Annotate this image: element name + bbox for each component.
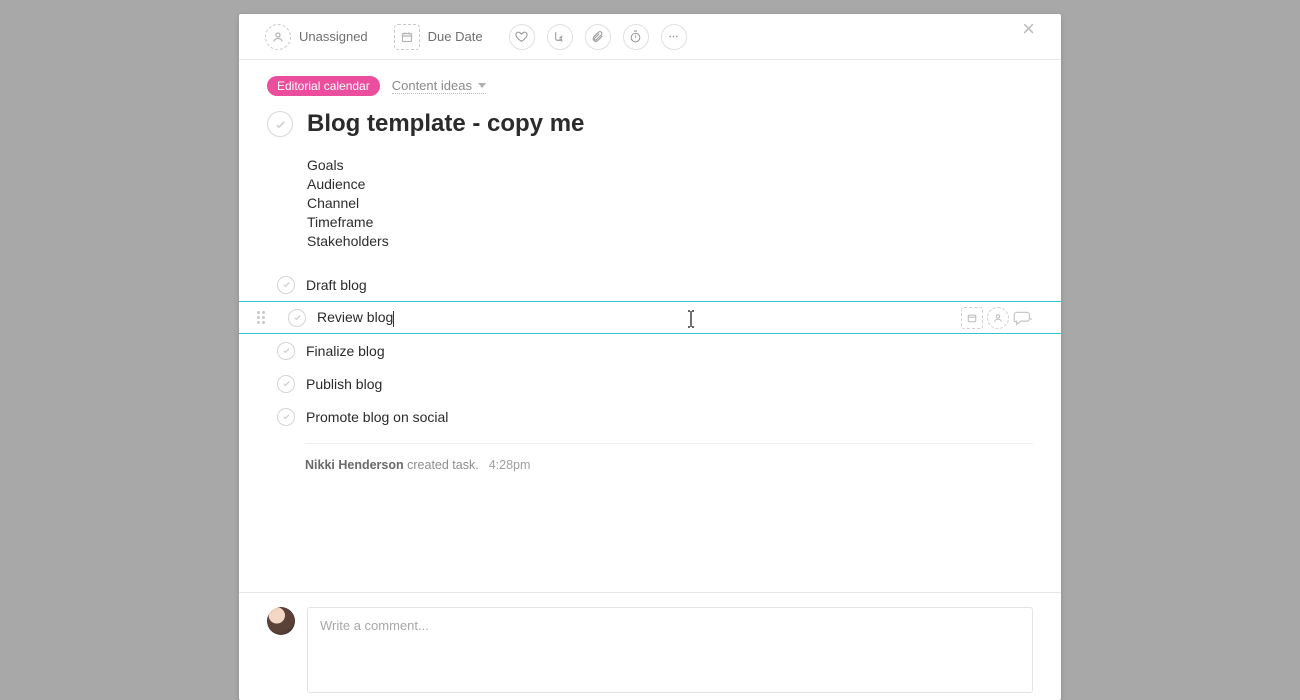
subtask-name: Draft blog (306, 277, 367, 293)
activity-entry: Nikki Henderson created task. 4:28pm (305, 443, 1033, 472)
drag-handle-icon[interactable] (257, 311, 269, 324)
subtask-name: Publish blog (306, 376, 382, 392)
comment-input[interactable]: Write a comment... (307, 607, 1033, 693)
complete-subtask-button[interactable] (288, 309, 306, 327)
assignee-label: Unassigned (299, 29, 368, 44)
activity-actor: Nikki Henderson (305, 458, 404, 472)
project-pill[interactable]: Editorial calendar (267, 76, 380, 96)
comment-composer: Write a comment... (239, 592, 1061, 700)
chevron-down-icon (478, 83, 486, 88)
assignee-button[interactable]: Unassigned (265, 24, 368, 50)
complete-subtask-button[interactable] (277, 342, 295, 360)
subtask-row[interactable]: Review blog (239, 301, 1061, 334)
calendar-icon (394, 24, 420, 50)
due-date-label: Due Date (428, 29, 483, 44)
complete-subtask-button[interactable] (277, 375, 295, 393)
close-button[interactable]: × (1018, 18, 1039, 40)
like-button[interactable] (509, 24, 535, 50)
person-icon (265, 24, 291, 50)
task-detail-panel: Unassigned Due Date × Editorial cale (239, 14, 1061, 700)
subtask-name[interactable]: Review blog (317, 309, 394, 326)
desc-line: Stakeholders (307, 232, 1033, 251)
due-date-button[interactable]: Due Date (394, 24, 483, 50)
timer-button[interactable] (623, 24, 649, 50)
task-content: Editorial calendar Content ideas Blog te… (239, 60, 1061, 592)
section-dropdown[interactable]: Content ideas (392, 78, 486, 94)
subtask-actions (961, 307, 1033, 329)
more-actions-button[interactable] (661, 24, 687, 50)
text-cursor-icon (686, 310, 696, 328)
subtask-row[interactable]: Finalize blog (239, 334, 1061, 367)
due-date-subtask-button[interactable] (961, 307, 983, 329)
desc-line: Goals (307, 156, 1033, 175)
desc-line: Timeframe (307, 213, 1033, 232)
subtask-name: Finalize blog (306, 343, 385, 359)
comment-subtask-button[interactable] (1013, 310, 1033, 326)
subtask-row[interactable]: Promote blog on social (239, 400, 1061, 433)
avatar[interactable] (267, 607, 295, 635)
section-label: Content ideas (392, 78, 472, 93)
desc-line: Channel (307, 194, 1033, 213)
attachment-button[interactable] (585, 24, 611, 50)
title-row: Blog template - copy me (267, 110, 1033, 138)
desc-line: Audience (307, 175, 1033, 194)
subtask-list: Draft blog Review blog (239, 268, 1061, 433)
task-description[interactable]: Goals Audience Channel Timeframe Stakeho… (307, 156, 1033, 250)
subtask-name: Promote blog on social (306, 409, 448, 425)
complete-subtask-button[interactable] (277, 276, 295, 294)
complete-subtask-button[interactable] (277, 408, 295, 426)
task-title[interactable]: Blog template - copy me (307, 110, 584, 138)
assignee-subtask-button[interactable] (987, 307, 1009, 329)
task-toolbar: Unassigned Due Date × (239, 14, 1061, 60)
activity-action: created task. (407, 458, 479, 472)
text-caret (393, 311, 394, 327)
subtasks-button[interactable] (547, 24, 573, 50)
project-section-row: Editorial calendar Content ideas (267, 76, 1033, 96)
activity-time: 4:28pm (489, 458, 531, 472)
subtask-row[interactable]: Publish blog (239, 367, 1061, 400)
subtask-row[interactable]: Draft blog (239, 268, 1061, 301)
complete-task-button[interactable] (267, 111, 293, 137)
